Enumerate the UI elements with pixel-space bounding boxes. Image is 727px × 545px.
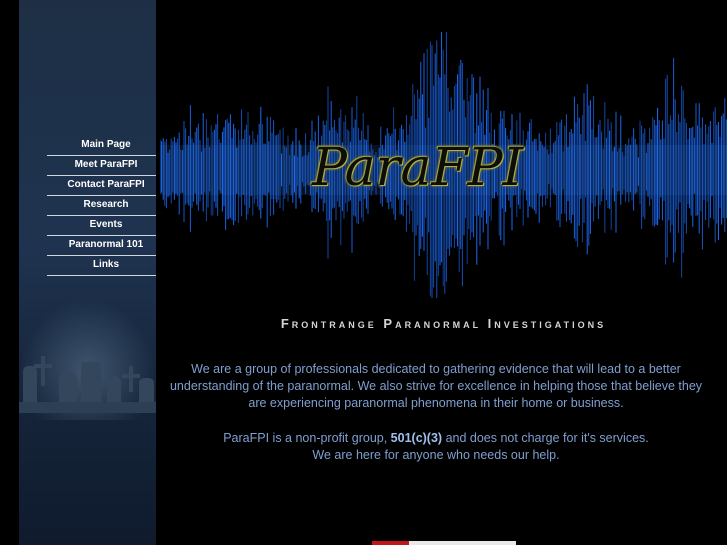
site-subtitle: Frontrange Paranormal Investigations <box>280 316 607 331</box>
note-line-2: We are here for anyone who needs our hel… <box>312 448 560 462</box>
nav-links[interactable]: Links <box>47 257 156 276</box>
nav-main-page[interactable]: Main Page <box>47 137 156 156</box>
note-text: ParaFPI is a non-profit group, <box>223 431 391 445</box>
nav-paranormal-101[interactable]: Paranormal 101 <box>47 237 156 256</box>
main-nav: Main Page Meet ParaFPI Contact ParaFPI R… <box>47 137 156 277</box>
footer-badge-red <box>372 541 409 545</box>
nonprofit-status: 501(c)(3) <box>390 431 443 445</box>
site-logo: ParaFPI <box>312 138 524 198</box>
note-text-end: and does not charge for it's services. <box>442 431 649 445</box>
nav-contact-parafpi[interactable]: Contact ParaFPI <box>47 177 156 196</box>
nav-events[interactable]: Events <box>47 217 156 236</box>
sidebar: Main Page Meet ParaFPI Contact ParaFPI R… <box>19 0 156 545</box>
nav-meet-parafpi[interactable]: Meet ParaFPI <box>47 157 156 176</box>
graveyard-image <box>19 356 156 413</box>
footer-badge-white <box>409 541 516 545</box>
nonprofit-note: ParaFPI is a non-profit group, 501(c)(3)… <box>168 430 704 464</box>
intro-paragraph: We are a group of professionals dedicate… <box>169 362 703 410</box>
nav-research[interactable]: Research <box>47 197 156 216</box>
